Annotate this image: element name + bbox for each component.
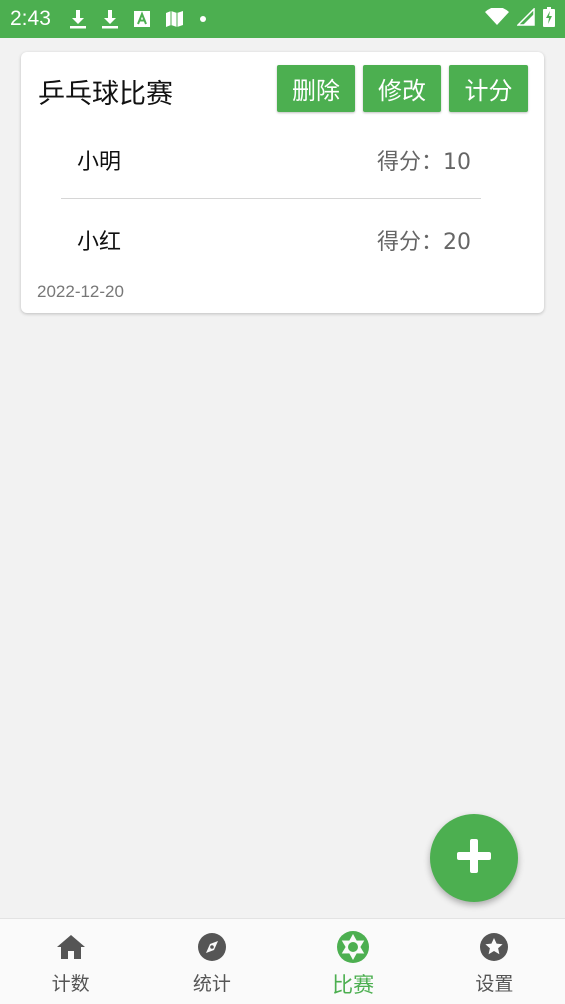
nav-label: 设置	[475, 973, 514, 995]
player-score: 得分：20	[377, 230, 471, 255]
battery-charging-icon	[543, 7, 555, 31]
status-time: 2:43	[10, 7, 51, 30]
download-icon	[69, 9, 87, 29]
edit-button[interactable]: 修改	[363, 65, 441, 112]
nav-label: 统计	[192, 973, 231, 995]
download-icon	[101, 9, 119, 29]
plus-icon	[454, 836, 494, 880]
player-row: 小红 得分：20	[61, 218, 481, 258]
nav-item-count[interactable]: 计数	[0, 919, 141, 1004]
notification-icons	[69, 9, 207, 29]
compass-icon	[197, 931, 227, 963]
nav-item-match[interactable]: 比赛	[283, 919, 424, 1004]
nav-item-stats[interactable]: 统计	[141, 919, 282, 1004]
wifi-icon	[485, 7, 509, 30]
bottom-nav: 计数 统计 比赛 设置	[0, 918, 565, 1004]
match-card: 乒乓球比赛 删除 修改 计分 小明 得分：10 小红 得分：20 2022-12…	[21, 52, 544, 313]
player-score: 得分：10	[377, 150, 471, 175]
player-name: 小明	[77, 150, 122, 175]
signal-icon	[516, 7, 535, 30]
dot-icon	[199, 15, 207, 23]
player-row: 小明 得分：10	[61, 138, 481, 178]
score-button[interactable]: 计分	[449, 65, 528, 112]
font-app-icon	[133, 10, 151, 28]
nav-label: 比赛	[332, 973, 375, 997]
match-title: 乒乓球比赛	[38, 79, 173, 110]
status-bar: 2:43	[0, 0, 565, 38]
add-match-button[interactable]	[430, 814, 518, 902]
nav-label: 计数	[51, 973, 90, 995]
divider	[61, 198, 481, 199]
map-icon	[165, 10, 185, 28]
star-circle-icon	[479, 931, 509, 963]
match-date: 2022-12-20	[37, 282, 124, 301]
aperture-icon	[336, 931, 370, 963]
home-icon	[56, 931, 86, 963]
nav-item-settings[interactable]: 设置	[424, 919, 565, 1004]
delete-button[interactable]: 删除	[277, 65, 355, 112]
player-name: 小红	[77, 230, 122, 255]
system-icons	[485, 7, 555, 31]
